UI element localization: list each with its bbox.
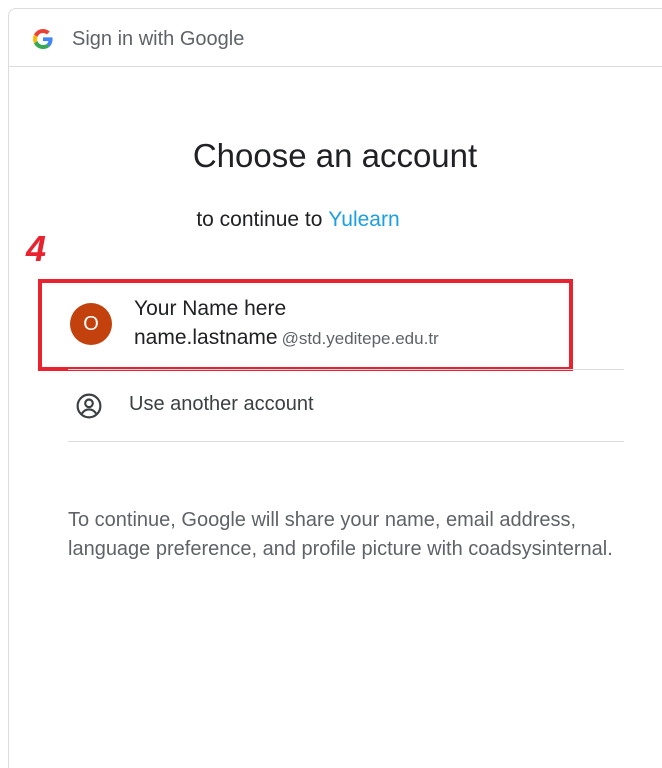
dialog-header: Sign in with Google [9, 9, 662, 67]
account-email-domain: @std.yeditepe.edu.tr [281, 329, 439, 348]
divider [68, 369, 624, 370]
privacy-notice: To continue, Google will share your name… [68, 509, 613, 560]
use-another-account-label: Use another account [129, 393, 314, 415]
divider [68, 441, 624, 442]
google-logo-icon [33, 29, 53, 49]
avatar: O [70, 303, 112, 345]
account-email-user: name.lastname [134, 326, 278, 349]
account-item[interactable]: O Your Name here name.lastname @std.yedit… [38, 279, 573, 371]
account-circle-icon [76, 393, 102, 419]
account-email: name.lastname @std.yeditepe.edu.tr [134, 326, 439, 350]
subtitle-prefix: to continue to [196, 208, 323, 231]
page-title: Choose an account [192, 137, 478, 174]
step-annotation: 4 [26, 228, 47, 269]
subtitle: to continue to Yulearn [0, 208, 596, 232]
app-name-link[interactable]: Yulearn [328, 208, 399, 231]
account-name: Your Name here [134, 297, 287, 320]
use-another-account-button[interactable]: Use another account [68, 371, 624, 441]
header-title: Sign in with Google [72, 28, 245, 50]
